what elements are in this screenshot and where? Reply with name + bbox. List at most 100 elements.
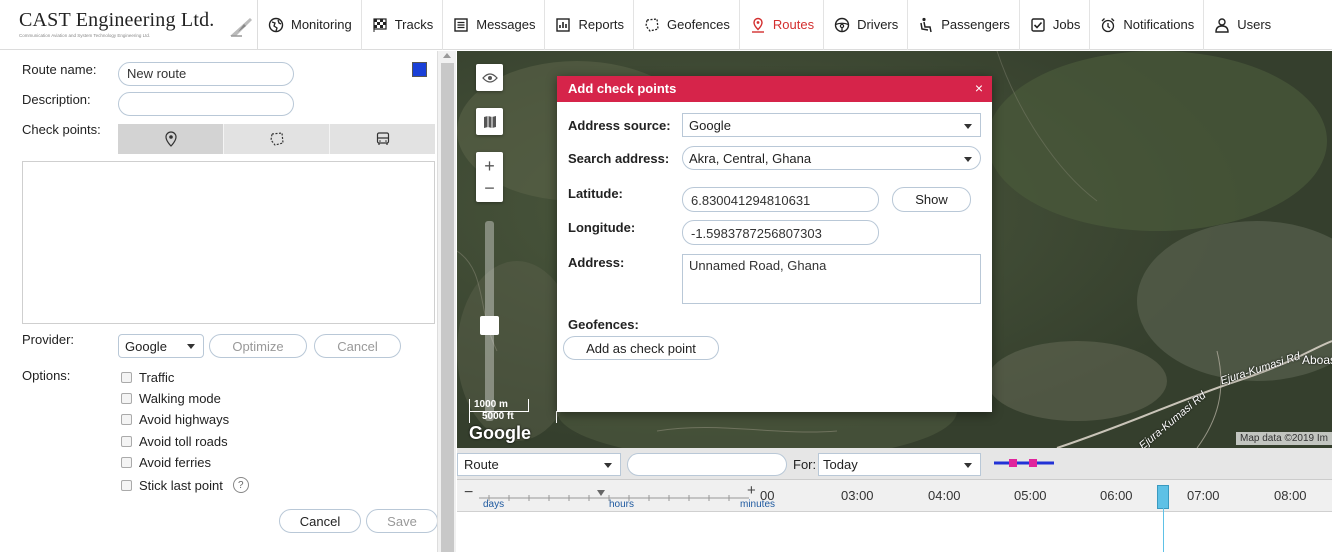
map-layers-button[interactable] bbox=[476, 108, 503, 135]
route-color-picker[interactable] bbox=[412, 62, 427, 77]
cancel-button[interactable]: Cancel bbox=[279, 509, 361, 533]
company-logo[interactable]: CAST Engineering Ltd. Communication Avia… bbox=[0, 0, 258, 50]
nav-label: Users bbox=[1237, 17, 1272, 32]
nav-reports[interactable]: Reports bbox=[545, 0, 635, 50]
period-value: Today bbox=[823, 457, 858, 472]
nav-notifications[interactable]: Notifications bbox=[1090, 0, 1205, 50]
logo-name: CAST Engineering Ltd. bbox=[19, 8, 215, 31]
search-address-select[interactable]: Akra, Central, Ghana bbox=[682, 146, 981, 170]
period-select[interactable]: Today bbox=[818, 453, 981, 476]
address-textarea[interactable]: Unnamed Road, Ghana bbox=[682, 254, 981, 304]
hour-label: 07:00 bbox=[1187, 488, 1220, 503]
visibility-toggle[interactable] bbox=[476, 64, 503, 91]
tab-address[interactable] bbox=[118, 124, 224, 154]
provider-label: Provider: bbox=[22, 332, 75, 347]
panel-scrollbar[interactable] bbox=[437, 51, 456, 552]
nav-label: Notifications bbox=[1123, 17, 1195, 32]
hour-label: 04:00 bbox=[928, 488, 961, 503]
save-button[interactable]: Save bbox=[366, 509, 438, 533]
route-icon bbox=[751, 17, 764, 33]
nav-geofences[interactable]: Geofences bbox=[634, 0, 740, 50]
cancel-route-button[interactable]: Cancel bbox=[314, 334, 401, 358]
scroll-up-arrow[interactable] bbox=[443, 53, 451, 58]
route-editor-panel: Route name: New route Description: Check… bbox=[0, 51, 438, 552]
map-scale: 1000 m 5000 ft bbox=[469, 399, 557, 423]
timeline-cursor-line bbox=[1163, 508, 1164, 552]
message-icon bbox=[454, 17, 468, 32]
option-walking-mode[interactable]: Walking mode bbox=[121, 391, 221, 406]
nav-monitoring[interactable]: Monitoring bbox=[258, 0, 362, 50]
option-stick-last-point[interactable]: Stick last point? bbox=[121, 477, 249, 493]
hour-label: 00 bbox=[760, 488, 775, 503]
nav-users[interactable]: Users bbox=[1204, 0, 1280, 50]
chevron-down-icon bbox=[604, 463, 612, 468]
zoom-in-button[interactable]: + bbox=[484, 155, 495, 177]
scrollbar-thumb[interactable] bbox=[441, 63, 454, 552]
add-as-check-point-button[interactable]: Add as check point bbox=[563, 336, 719, 360]
eye-icon bbox=[481, 72, 498, 83]
geofence-icon bbox=[645, 17, 659, 32]
tab-geofence[interactable] bbox=[224, 124, 330, 154]
map-attribution: Map data ©2019 Im bbox=[1236, 432, 1332, 445]
address-label: Address: bbox=[568, 255, 625, 270]
polygon-icon bbox=[269, 132, 284, 146]
timeline-scale[interactable]: − days hours minutes + 00 03:00 04:00 05… bbox=[457, 480, 1332, 512]
nav-label: Passengers bbox=[941, 17, 1010, 32]
scale-hours-label: hours bbox=[609, 499, 635, 510]
option-avoid-ferries[interactable]: Avoid ferries bbox=[121, 455, 211, 470]
close-icon[interactable]: × bbox=[975, 80, 983, 96]
description-input[interactable] bbox=[118, 92, 294, 116]
timeline-search-input[interactable] bbox=[627, 453, 787, 476]
show-button[interactable]: Show bbox=[892, 187, 971, 212]
timeline-zoom-out-button[interactable]: − bbox=[464, 484, 473, 502]
nav-routes[interactable]: Routes bbox=[740, 0, 825, 50]
checkbox[interactable] bbox=[121, 436, 132, 447]
checkbox[interactable] bbox=[121, 479, 132, 491]
help-icon[interactable]: ? bbox=[232, 477, 249, 493]
nav-drivers[interactable]: Drivers bbox=[824, 0, 909, 50]
place-label: Aboas bbox=[1302, 353, 1332, 367]
optimize-button[interactable]: Optimize bbox=[209, 334, 307, 358]
option-label: Avoid toll roads bbox=[139, 434, 228, 449]
option-avoid-highways[interactable]: Avoid highways bbox=[121, 412, 229, 427]
nav-jobs[interactable]: Jobs bbox=[1020, 0, 1091, 50]
checkpoint-type-tabs bbox=[118, 124, 435, 154]
checkpoint-list[interactable] bbox=[22, 161, 435, 324]
address-source-select[interactable]: Google bbox=[682, 113, 981, 137]
search-address-label: Search address: bbox=[568, 151, 670, 166]
checkbox[interactable] bbox=[121, 372, 132, 383]
timeline-cursor[interactable] bbox=[1157, 485, 1169, 509]
option-traffic[interactable]: Traffic bbox=[121, 370, 174, 385]
zoom-slider-handle[interactable] bbox=[480, 316, 499, 335]
nav-passengers[interactable]: Passengers bbox=[908, 0, 1020, 50]
checkbox[interactable] bbox=[121, 414, 132, 425]
timeline-toolbar: Route For: Today bbox=[457, 448, 1332, 480]
route-name-input[interactable]: New route bbox=[118, 62, 294, 86]
description-label: Description: bbox=[22, 92, 91, 107]
chevron-down-icon bbox=[187, 344, 195, 349]
nav-label: Tracks bbox=[394, 17, 434, 32]
checkbox[interactable] bbox=[121, 457, 132, 468]
add-check-points-dialog: Add check points × Address source: Googl… bbox=[557, 76, 992, 412]
longitude-input[interactable]: -1.5983787256807303 bbox=[682, 220, 879, 245]
logo-tagline: Communication Aviation and System Techno… bbox=[19, 32, 151, 38]
route-select[interactable]: Route bbox=[457, 453, 621, 476]
check-points-label: Check points: bbox=[22, 122, 101, 137]
track-color-icon[interactable] bbox=[994, 458, 1054, 468]
timeline-panel: Route For: Today − days hours minutes + … bbox=[457, 448, 1332, 552]
zoom-out-button[interactable]: − bbox=[484, 177, 495, 199]
timeline-zoom-in-button[interactable]: + bbox=[747, 482, 756, 499]
globe-icon bbox=[268, 17, 284, 32]
latitude-input[interactable]: 6.830041294810631 bbox=[682, 187, 879, 212]
provider-select[interactable]: Google bbox=[118, 334, 204, 358]
option-label: Traffic bbox=[139, 370, 175, 385]
option-avoid-toll-roads[interactable]: Avoid toll roads bbox=[121, 434, 228, 449]
tab-unit[interactable] bbox=[330, 124, 435, 154]
nav-tracks[interactable]: Tracks bbox=[362, 0, 444, 50]
checkbox[interactable] bbox=[121, 393, 132, 404]
nav-messages[interactable]: Messages bbox=[443, 0, 546, 50]
hour-label: 05:00 bbox=[1014, 488, 1047, 503]
google-logo: Google bbox=[469, 423, 531, 443]
nav-label: Routes bbox=[772, 17, 815, 32]
passenger-icon bbox=[920, 17, 933, 32]
